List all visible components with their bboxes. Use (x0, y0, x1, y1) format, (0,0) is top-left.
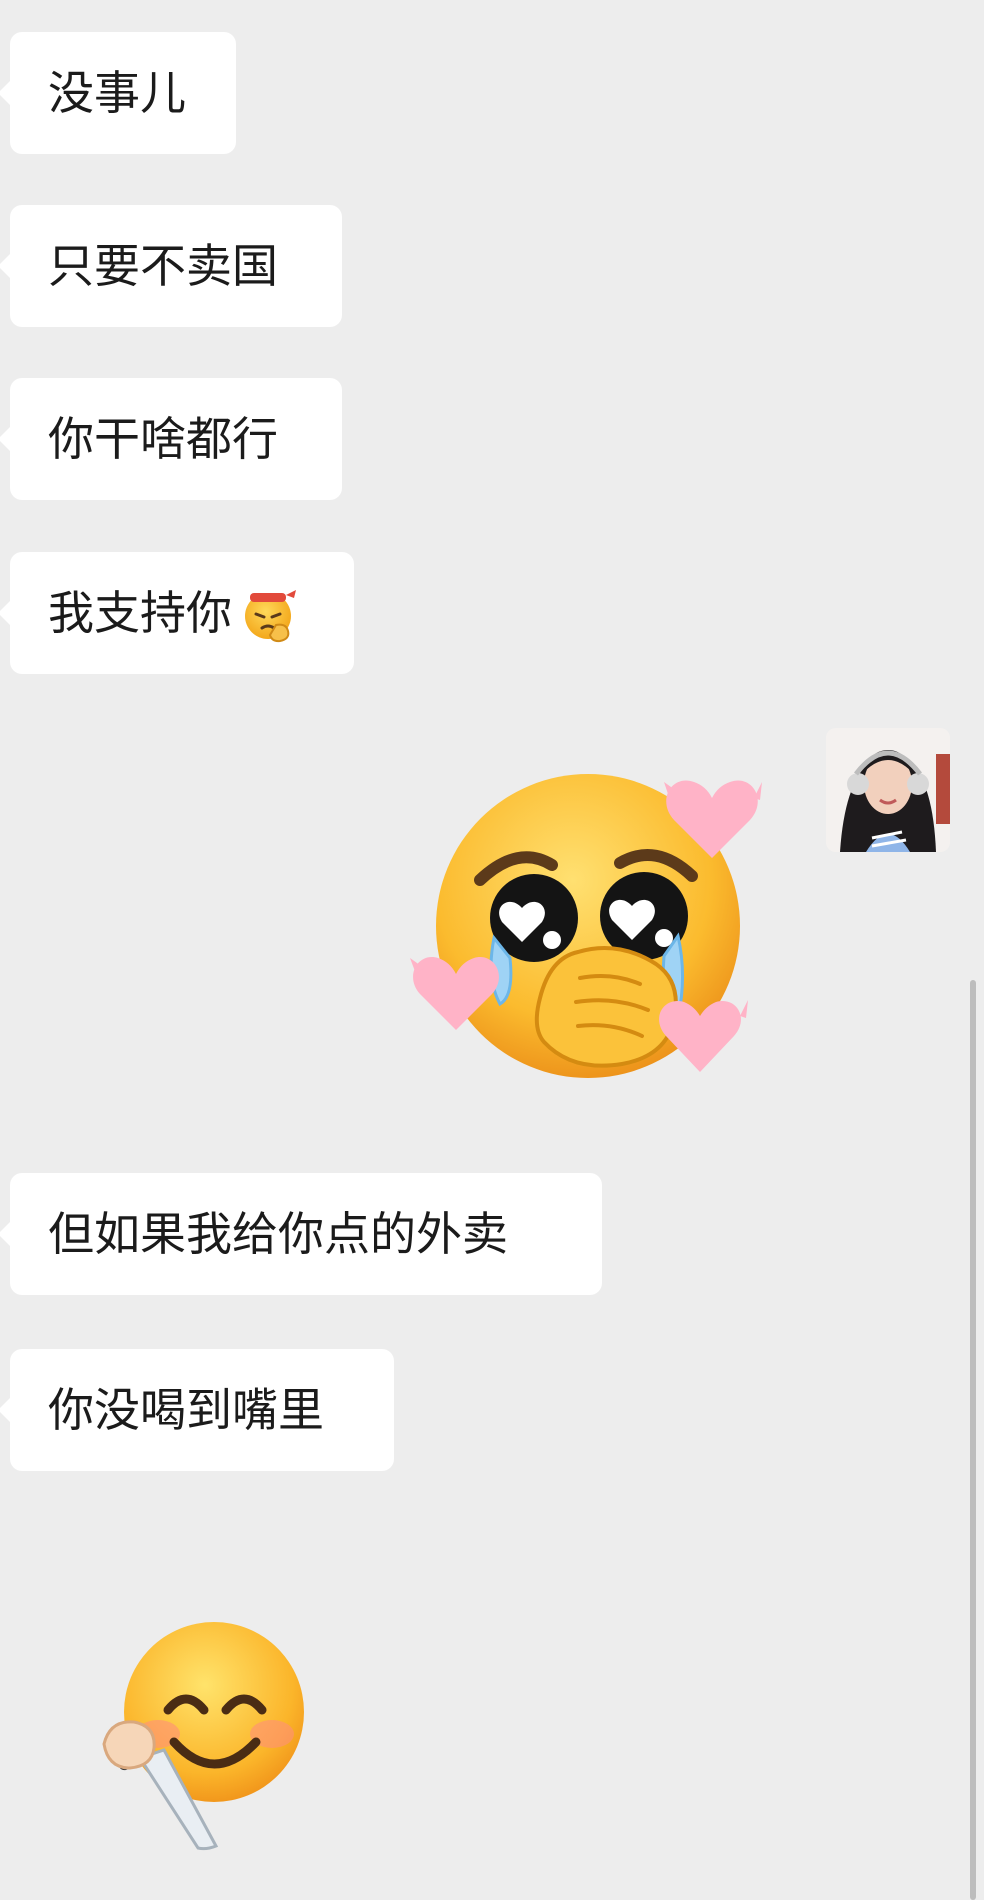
message-bubble[interactable]: 没事儿 (10, 32, 236, 154)
message-text: 我支持你 (48, 586, 232, 640)
message-bubble[interactable]: 你干啥都行 (10, 378, 342, 500)
message-bubble[interactable]: 你没喝到嘴里 (10, 1349, 394, 1471)
pleading-face-with-hearts-icon[interactable] (410, 748, 780, 1108)
message-text: 但如果我给你点的外卖 (48, 1207, 508, 1261)
determined-thumb-emoji-icon (238, 581, 302, 645)
message-bubble[interactable]: 只要不卖国 (10, 205, 342, 327)
message-bubble[interactable]: 但如果我给你点的外卖 (10, 1173, 602, 1295)
smiling-face-with-knife-icon[interactable] (96, 1618, 316, 1864)
message-text: 只要不卖国 (48, 239, 278, 293)
chat-thread: 没事儿 只要不卖国 你干啥都行 我支持你 但如果我给你点的外卖 你没喝到嘴里 (0, 0, 984, 1900)
message-bubble[interactable]: 我支持你 (10, 552, 354, 674)
message-text: 没事儿 (48, 66, 186, 120)
message-text: 你没喝到嘴里 (48, 1383, 324, 1437)
scrollbar[interactable] (970, 980, 976, 1900)
message-text: 你干啥都行 (48, 412, 278, 466)
user-avatar[interactable] (826, 728, 950, 852)
